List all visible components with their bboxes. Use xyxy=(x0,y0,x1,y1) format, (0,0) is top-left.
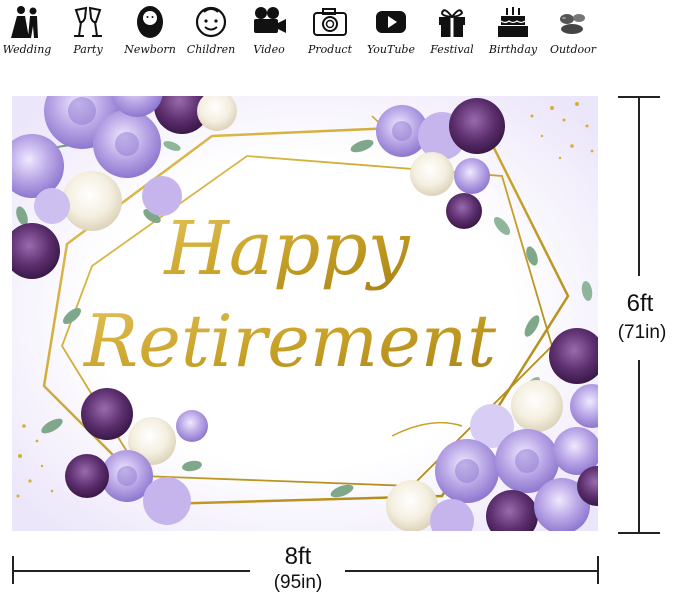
width-line-right xyxy=(345,570,598,572)
photo-camera-icon xyxy=(313,8,347,36)
category-label: Newborn xyxy=(124,43,176,56)
category-youtube[interactable]: YouTube xyxy=(358,4,424,56)
retirement-banner: Happy Retirement xyxy=(12,96,598,531)
width-line-left xyxy=(12,570,250,572)
category-wedding[interactable]: Wedding xyxy=(0,4,60,56)
category-festival[interactable]: Festival xyxy=(419,4,485,56)
category-label: Festival xyxy=(430,43,474,56)
birthday-cake-icon xyxy=(498,7,528,37)
width-ft-label: 8ft xyxy=(284,543,312,570)
baby-swaddled-icon xyxy=(137,6,163,38)
film-camera-icon xyxy=(254,7,286,33)
width-in-label: (95in) xyxy=(273,572,323,593)
height-line-lower xyxy=(638,360,640,532)
category-icon-bar: Wedding Party Newborn Children Video Pro… xyxy=(0,0,679,62)
youtube-play-icon xyxy=(376,11,406,33)
banner-title-line2: Retirement xyxy=(82,299,497,383)
category-video[interactable]: Video xyxy=(236,4,302,56)
category-product[interactable]: Product xyxy=(297,4,363,56)
banner-artwork: Happy Retirement xyxy=(12,96,598,531)
category-label: Children xyxy=(186,43,236,56)
category-label: Wedding xyxy=(2,43,52,56)
banner-title-line1: Happy xyxy=(162,206,410,292)
category-label: Video xyxy=(253,43,285,56)
stones-icon xyxy=(560,14,585,34)
wedding-couple-icon xyxy=(11,6,38,38)
height-line-upper xyxy=(638,96,640,276)
category-label: Party xyxy=(73,43,103,56)
category-birthday[interactable]: Birthday xyxy=(480,4,546,56)
gift-box-icon xyxy=(439,9,465,37)
category-outdoor[interactable]: Outdoor xyxy=(540,4,606,56)
champagne-glasses-icon xyxy=(74,6,102,37)
category-label: Product xyxy=(308,43,352,56)
category-children[interactable]: Children xyxy=(178,4,244,56)
child-face-icon xyxy=(195,6,227,38)
category-newborn[interactable]: Newborn xyxy=(117,4,183,56)
category-label: Birthday xyxy=(488,43,538,56)
height-in-label: (71in) xyxy=(617,322,667,343)
category-label: YouTube xyxy=(367,43,415,56)
category-party[interactable]: Party xyxy=(55,4,121,56)
height-ft-label: 6ft xyxy=(626,290,654,317)
category-label: Outdoor xyxy=(549,43,597,56)
height-tick-bottom xyxy=(618,532,660,534)
